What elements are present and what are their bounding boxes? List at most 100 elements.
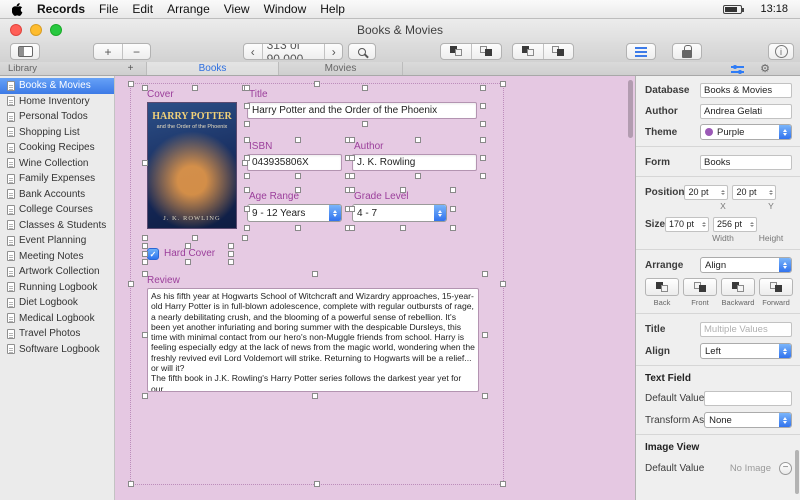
sidebar-item-family-expenses[interactable]: Family Expenses [0,171,114,187]
inspector-scrollbar[interactable] [795,450,799,494]
selection-handle[interactable] [142,251,148,257]
hard-cover-field-group[interactable]: ✓ Hard Cover [145,246,231,262]
sidebar-item-cooking-recipes[interactable]: Cooking Recipes [0,140,114,156]
selection-handle[interactable] [500,481,506,487]
sidebar-item-books-movies[interactable]: Books & Movies [0,78,114,94]
review-field[interactable]: As his fifth year at Hogwarts School of … [147,288,479,392]
sidebar-item-software-logbook[interactable]: Software Logbook [0,342,114,358]
sidebar-item-running-logbook[interactable]: Running Logbook [0,280,114,296]
arrange-dropdown[interactable]: Align [700,257,792,273]
selection-handle[interactable] [415,137,421,143]
sidebar-item-diet-logbook[interactable]: Diet Logbook [0,295,114,311]
form-field[interactable]: Books [700,155,792,170]
sidebar-item-college-courses[interactable]: College Courses [0,202,114,218]
send-to-back-button[interactable] [441,44,471,59]
arrange-forward-button[interactable] [759,278,793,296]
sidebar-item-event-planning[interactable]: Event Planning [0,233,114,249]
selection-handle[interactable] [480,173,486,179]
selection-handle[interactable] [349,225,355,231]
info-button[interactable]: i [768,43,794,60]
sidebar-item-travel-photos[interactable]: Travel Photos [0,326,114,342]
lock-button[interactable] [672,43,702,60]
previous-record-button[interactable]: ‹ [244,44,262,59]
db-author-field[interactable]: Andrea Gelati [700,104,792,119]
remove-image-button[interactable]: − [779,462,792,475]
selection-handle[interactable] [244,173,250,179]
selection-handle[interactable] [314,81,320,87]
size-width-field[interactable]: 170 pt [665,217,709,232]
sidebar-item-home-inventory[interactable]: Home Inventory [0,94,114,110]
arrange-backward-button[interactable] [721,278,755,296]
send-backward-button[interactable] [513,44,543,59]
selection-handle[interactable] [450,225,456,231]
bring-forward-button[interactable] [543,44,573,59]
author-field[interactable]: J. K. Rowling [352,154,477,171]
hard-cover-checkbox[interactable]: ✓ [147,248,159,260]
grade-level-dropdown[interactable]: 4 - 7 [352,204,447,222]
selection-handle[interactable] [142,85,148,91]
selection-handle[interactable] [362,121,368,127]
element-title-field[interactable]: Multiple Values [700,322,792,337]
selection-handle[interactable] [482,271,488,277]
bring-to-front-button[interactable] [471,44,501,59]
selection-handle[interactable] [400,187,406,193]
selection-handle[interactable] [312,271,318,277]
menu-item-help[interactable]: Help [320,2,345,16]
age-range-dropdown[interactable]: 9 - 12 Years [247,204,342,222]
selection-handle[interactable] [500,81,506,87]
selection-handle[interactable] [142,271,148,277]
stepper-icon[interactable] [769,190,773,195]
selection-handle[interactable] [142,235,148,241]
selection-handle[interactable] [228,259,234,265]
stepper-icon[interactable] [721,190,725,195]
menu-item-view[interactable]: View [224,2,250,16]
selection-handle[interactable] [349,173,355,179]
sidebar-item-medical-logbook[interactable]: Medical Logbook [0,311,114,327]
selection-handle[interactable] [295,173,301,179]
sidebar-item-personal-todos[interactable]: Personal Todos [0,109,114,125]
default-value-field[interactable] [704,391,792,406]
sidebar-item-shopping-list[interactable]: Shopping List [0,125,114,141]
sidebar-item-bank-accounts[interactable]: Bank Accounts [0,187,114,203]
menu-item-window[interactable]: Window [264,2,307,16]
selection-handle[interactable] [185,243,191,249]
arrange-back-button[interactable] [645,278,679,296]
selection-handle[interactable] [244,137,250,143]
selection-handle[interactable] [450,206,456,212]
selection-handle[interactable] [244,85,250,91]
selection-handle[interactable] [244,187,250,193]
sidebar-item-classes-students[interactable]: Classes & Students [0,218,114,234]
apple-menu-icon[interactable] [12,2,23,16]
selection-handle[interactable] [242,235,248,241]
selection-handle[interactable] [185,259,191,265]
selection-handle[interactable] [349,155,355,161]
menu-item-arrange[interactable]: Arrange [167,2,210,16]
sidebar-toggle-button[interactable] [10,43,40,60]
selection-handle[interactable] [482,332,488,338]
zoom-button[interactable] [50,24,62,36]
selection-handle[interactable] [244,225,250,231]
selection-handle[interactable] [314,481,320,487]
title-field-group[interactable]: Title Harry Potter and the Order of the … [247,88,483,124]
selection-handle[interactable] [500,281,506,287]
selection-handle[interactable] [480,155,486,161]
selection-handle[interactable] [142,243,148,249]
window-titlebar[interactable]: Books & Movies [0,19,800,41]
selection-handle[interactable] [295,137,301,143]
review-field-group[interactable]: Review As his fifth year at Hogwarts Sch… [145,274,485,396]
tab-movies[interactable]: Movies [279,62,403,75]
stepper-icon[interactable] [702,222,706,227]
add-record-button[interactable]: + [94,44,122,59]
selection-handle[interactable] [128,81,134,87]
selection-handle[interactable] [349,137,355,143]
selection-handle[interactable] [142,393,148,399]
selection-handle[interactable] [415,173,421,179]
title-field[interactable]: Harry Potter and the Order of the Phoeni… [247,102,477,119]
position-x-field[interactable]: 20 pt [684,185,728,200]
selection-handle[interactable] [349,187,355,193]
book-cover-image[interactable]: HARRY POTTER and the Order of the Phoeni… [147,102,237,229]
selection-handle[interactable] [450,187,456,193]
grade-level-field-group[interactable]: Grade Level 4 - 7 [352,190,453,228]
sidebar-item-meeting-notes[interactable]: Meeting Notes [0,249,114,265]
selection-handle[interactable] [349,206,355,212]
